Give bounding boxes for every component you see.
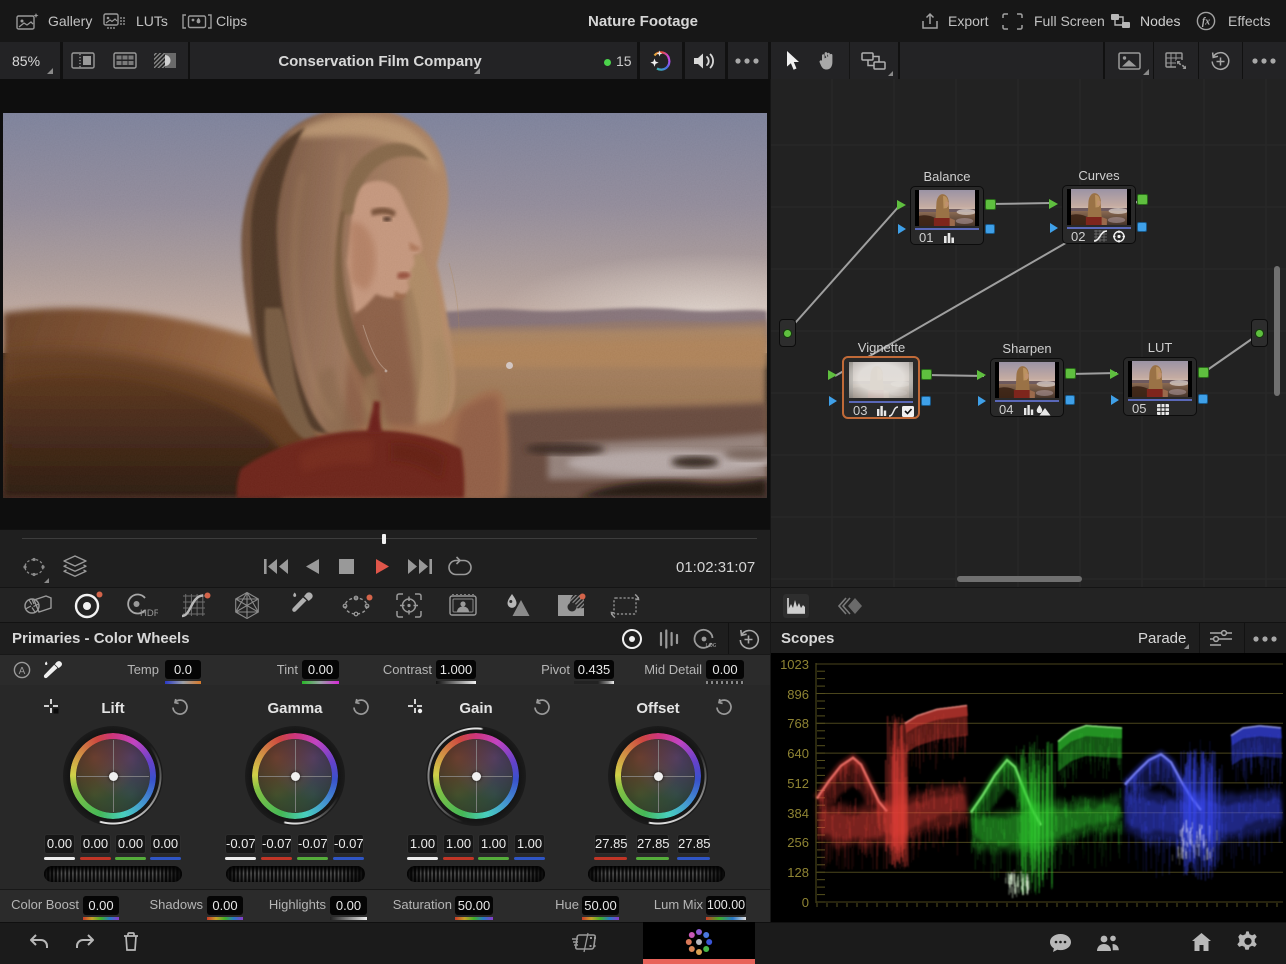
svg-text:A: A [19,666,26,677]
svg-text:fx: fx [1202,17,1210,28]
svg-text:LOG: LOG [706,643,717,649]
svg-text:HDR: HDR [140,608,158,619]
